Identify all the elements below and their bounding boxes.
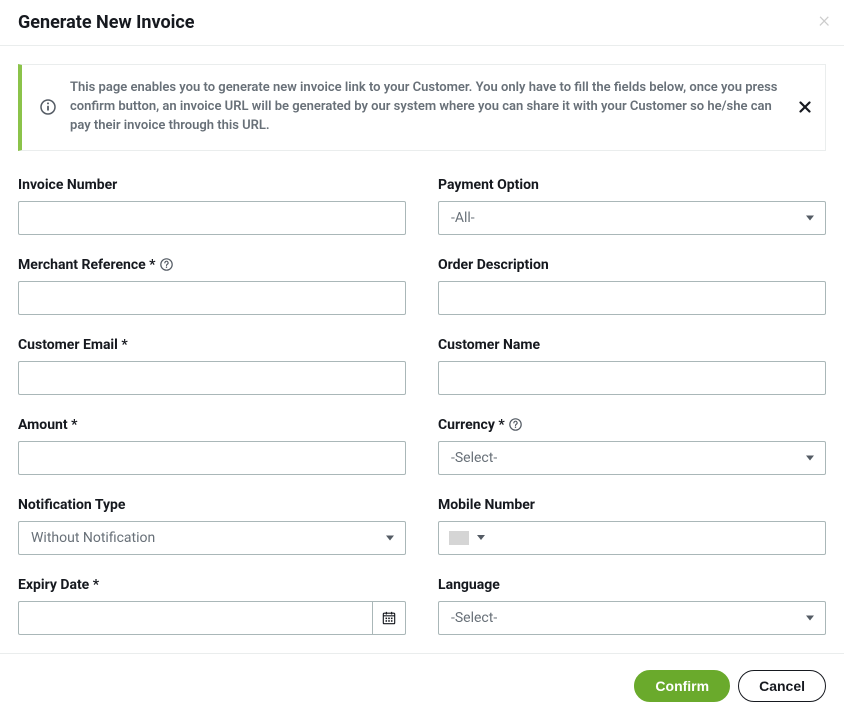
- calendar-button[interactable]: [373, 601, 406, 635]
- chevron-down-icon: [806, 215, 814, 220]
- cancel-button[interactable]: Cancel: [738, 670, 826, 702]
- field-language: Language -Select-: [438, 577, 826, 635]
- label-notification-type: Notification Type: [18, 497, 406, 513]
- label-amount: Amount *: [18, 417, 406, 433]
- flag-icon: [449, 531, 469, 545]
- calendar-icon: [382, 611, 396, 625]
- info-icon: [40, 99, 56, 115]
- field-currency: Currency * -Select-: [438, 417, 826, 475]
- close-icon[interactable]: ×: [818, 10, 830, 32]
- input-amount[interactable]: [18, 441, 406, 475]
- field-amount: Amount *: [18, 417, 406, 475]
- label-invoice-number: Invoice Number: [18, 177, 406, 193]
- label-language: Language: [438, 577, 826, 593]
- form-grid: Invoice Number Payment Option -All- Merc…: [18, 177, 826, 635]
- chevron-down-icon: [806, 615, 814, 620]
- input-expiry-date[interactable]: [18, 601, 373, 635]
- field-order-description: Order Description: [438, 257, 826, 315]
- label-order-description: Order Description: [438, 257, 826, 273]
- modal-body: This page enables you to generate new in…: [0, 46, 844, 639]
- select-notification-type[interactable]: Without Notification: [18, 521, 406, 555]
- field-notification-type: Notification Type Without Notification: [18, 497, 406, 555]
- info-banner: This page enables you to generate new in…: [18, 64, 826, 151]
- chevron-down-icon: [386, 535, 394, 540]
- select-currency-value: -Select-: [438, 441, 826, 475]
- modal-header: Generate New Invoice ×: [0, 0, 844, 45]
- input-customer-name[interactable]: [438, 361, 826, 395]
- label-mobile-number: Mobile Number: [438, 497, 826, 513]
- chevron-down-icon: [806, 455, 814, 460]
- label-merchant-reference: Merchant Reference *: [18, 257, 406, 273]
- input-order-description[interactable]: [438, 281, 826, 315]
- chevron-down-icon: [477, 535, 485, 540]
- field-invoice-number: Invoice Number: [18, 177, 406, 235]
- label-currency-text: Currency *: [438, 417, 505, 433]
- banner-close-icon[interactable]: [799, 101, 811, 113]
- select-language-value: -Select-: [438, 601, 826, 635]
- label-payment-option: Payment Option: [438, 177, 826, 193]
- input-invoice-number[interactable]: [18, 201, 406, 235]
- select-language[interactable]: -Select-: [438, 601, 826, 635]
- field-mobile-number: Mobile Number: [438, 497, 826, 555]
- field-payment-option: Payment Option -All-: [438, 177, 826, 235]
- select-payment-option[interactable]: -All-: [438, 201, 826, 235]
- help-icon[interactable]: [509, 418, 522, 431]
- field-merchant-reference: Merchant Reference *: [18, 257, 406, 315]
- label-customer-name: Customer Name: [438, 337, 826, 353]
- input-mobile-number[interactable]: [438, 521, 826, 555]
- label-merchant-reference-text: Merchant Reference *: [18, 257, 156, 273]
- select-notification-type-value: Without Notification: [18, 521, 406, 555]
- input-customer-email[interactable]: [18, 361, 406, 395]
- info-banner-text: This page enables you to generate new in…: [70, 79, 785, 136]
- confirm-button[interactable]: Confirm: [634, 670, 730, 702]
- label-currency: Currency *: [438, 417, 826, 433]
- input-merchant-reference[interactable]: [18, 281, 406, 315]
- select-currency[interactable]: -Select-: [438, 441, 826, 475]
- modal-footer: Confirm Cancel: [0, 653, 844, 718]
- label-customer-email: Customer Email *: [18, 337, 406, 353]
- label-expiry-date: Expiry Date *: [18, 577, 406, 593]
- modal-title: Generate New Invoice: [18, 12, 826, 33]
- field-customer-email: Customer Email *: [18, 337, 406, 395]
- field-expiry-date: Expiry Date *: [18, 577, 406, 635]
- field-customer-name: Customer Name: [438, 337, 826, 395]
- help-icon[interactable]: [160, 258, 173, 271]
- select-payment-option-value: -All-: [438, 201, 826, 235]
